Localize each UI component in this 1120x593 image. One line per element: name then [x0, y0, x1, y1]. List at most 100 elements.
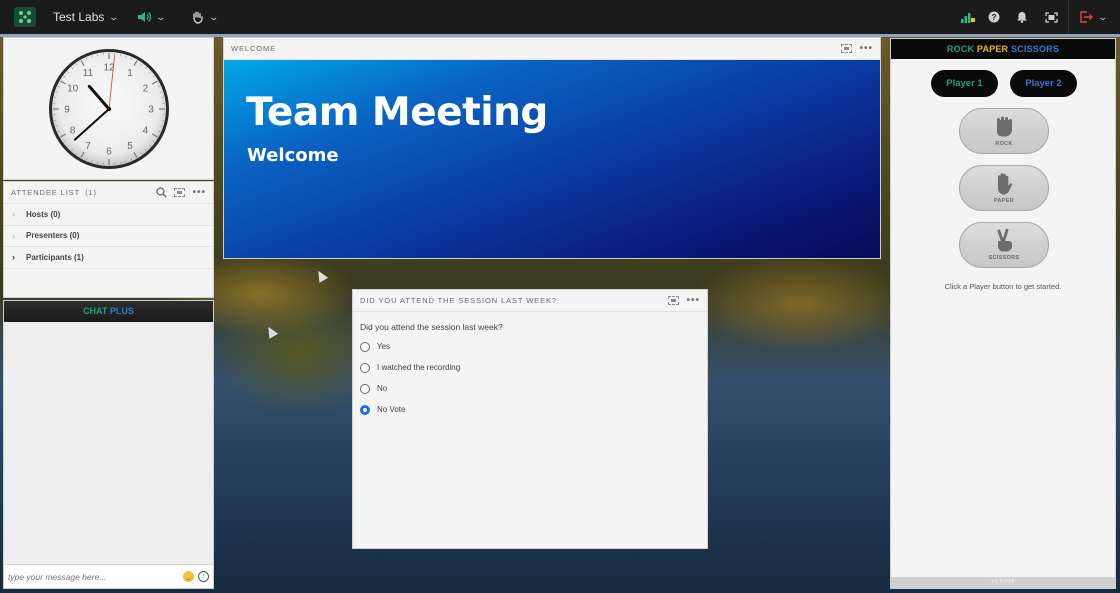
attendee-group-row[interactable]: › Presenters (0) — [4, 226, 213, 247]
rock-fist-icon — [997, 116, 1012, 137]
attendee-group-label: Hosts (0) — [26, 209, 61, 219]
radio-button[interactable] — [360, 362, 370, 373]
meeting-subtitle: Welcome — [247, 145, 339, 166]
poll-question: Did you attend the session last week? — [360, 322, 503, 332]
attendee-list-pod: ATTENDEE LIST (1) ••• › Hosts (0) › Present… — [3, 181, 214, 298]
chat-input-bar: ↑ — [4, 564, 213, 588]
rock-paper-scissors-pod: ROCK PAPER SCISSORS Player 1 Player 2 RO… — [890, 38, 1116, 589]
clock-number: 10 — [67, 84, 79, 95]
chevron-down-icon: ⌄ — [1097, 11, 1109, 22]
svg-text:?: ? — [992, 13, 997, 22]
fullscreen-icon[interactable] — [668, 296, 680, 305]
rps-title-paper: PAPER — [976, 44, 1009, 54]
chevron-right-icon[interactable]: › — [12, 231, 26, 241]
poll-option-label: No Vote — [377, 405, 406, 414]
poll-option-label: I watched the recording — [377, 363, 461, 372]
clock-number: 3 — [148, 105, 154, 116]
chat-title-part2: PLUS — [109, 306, 134, 316]
clock-number: 7 — [85, 141, 91, 152]
analog-clock: 121234567891011 — [49, 49, 169, 169]
attendee-count: (1) — [85, 188, 97, 197]
signal-strength-icon[interactable] — [960, 0, 976, 34]
chevron-down-icon: ⌄ — [208, 11, 220, 22]
poll-option[interactable]: Yes — [360, 340, 707, 353]
room-menu[interactable]: Test Labs ⌄ — [53, 0, 120, 34]
poll-option-label: Yes — [377, 342, 391, 351]
attendee-list-header: ATTENDEE LIST (1) ••• — [4, 182, 213, 204]
clock-number: 6 — [106, 147, 112, 158]
attendee-list-title: ATTENDEE LIST — [11, 188, 81, 197]
clock-number: 2 — [143, 84, 149, 95]
top-toolbar: Test Labs ⌄ ⌄ ⌄ ? ⌄ — [0, 0, 1120, 34]
clock-number: 4 — [143, 126, 149, 137]
rock-button[interactable]: ROCK — [959, 108, 1049, 154]
poll-pod: DID YOU ATTEND THE SESSION LAST WEEK? ••… — [352, 289, 708, 549]
welcome-pod: WELCOME ••• Team Meeting Welcome — [223, 37, 881, 259]
poll-header: DID YOU ATTEND THE SESSION LAST WEEK? ••… — [353, 290, 707, 312]
bell-icon[interactable] — [1016, 0, 1028, 34]
more-options-icon[interactable]: ••• — [686, 295, 700, 306]
raise-hand-icon — [193, 11, 203, 24]
rps-instructions: Click a Player button to get started. — [944, 282, 1062, 291]
clock-center — [106, 106, 112, 112]
attendee-group-label: Presenters (0) — [26, 231, 80, 241]
player-1-button[interactable]: Player 1 — [931, 70, 998, 97]
search-icon[interactable] — [156, 187, 168, 198]
radio-button[interactable] — [360, 404, 370, 415]
clock-number: 11 — [83, 68, 94, 79]
chevron-right-icon[interactable]: › — [12, 209, 26, 219]
scissors-hand-icon — [997, 229, 1012, 252]
scissors-button[interactable]: SCISSORS — [959, 222, 1049, 268]
app-logo-icon[interactable] — [14, 7, 36, 27]
radio-button[interactable] — [360, 383, 370, 394]
chevron-down-icon: ⌄ — [108, 11, 120, 22]
more-options-icon[interactable]: ••• — [859, 43, 873, 54]
fullscreen-icon[interactable] — [841, 44, 853, 53]
scissors-label: SCISSORS — [988, 255, 1020, 261]
chat-title-part1: CHAT — [83, 306, 108, 316]
chat-pod: CHAT PLUS ↑ — [3, 300, 214, 589]
toolbar-divider — [1068, 0, 1069, 34]
fullscreen-icon[interactable] — [1045, 0, 1058, 34]
attendee-group-row[interactable]: › Participants (1) — [4, 247, 213, 269]
rps-title-scissors: SCISSORS — [1010, 44, 1060, 54]
more-options-icon[interactable]: ••• — [192, 187, 206, 198]
paper-button[interactable]: PAPER — [959, 165, 1049, 211]
welcome-header: WELCOME ••• — [224, 38, 880, 60]
emoji-icon[interactable] — [183, 571, 194, 582]
rps-title-rock: ROCK — [946, 44, 975, 54]
exit-menu[interactable]: ⌄ — [1080, 0, 1109, 34]
attendee-group-label: Participants (1) — [26, 252, 84, 262]
clock-number: 9 — [64, 105, 70, 116]
rock-label: ROCK — [995, 141, 1013, 147]
welcome-slide: Team Meeting Welcome — [224, 60, 880, 258]
room-name: Test Labs — [53, 10, 105, 24]
clock-number: 8 — [70, 126, 76, 137]
audio-menu[interactable]: ⌄ — [137, 0, 166, 34]
player-2-button[interactable]: Player 2 — [1010, 70, 1077, 97]
clock-number: 1 — [127, 68, 133, 79]
help-icon[interactable]: ? — [988, 0, 1000, 34]
poll-option[interactable]: I watched the recording — [360, 361, 707, 374]
poll-option-label: No — [377, 384, 388, 393]
welcome-pod-title: WELCOME — [231, 44, 277, 53]
chat-title: CHAT PLUS — [4, 301, 213, 322]
clock-number: 5 — [127, 141, 133, 152]
clock-pod: 12 1 2 3 4 5 6 7 8 9 10 11 — [3, 37, 214, 180]
fullscreen-icon[interactable] — [174, 188, 186, 197]
attendee-group-row[interactable]: › Hosts (0) — [4, 204, 213, 226]
chevron-right-icon[interactable]: › — [12, 252, 26, 262]
rps-title: ROCK PAPER SCISSORS — [891, 39, 1115, 59]
chat-message-input[interactable] — [8, 571, 183, 582]
poll-option[interactable]: No Vote — [360, 403, 707, 416]
speaker-icon — [138, 12, 151, 22]
rps-version: v1.5.016 — [891, 577, 1115, 588]
raise-hand-menu[interactable]: ⌄ — [191, 0, 220, 34]
paper-label: PAPER — [993, 198, 1015, 204]
poll-title: DID YOU ATTEND THE SESSION LAST WEEK? — [360, 296, 557, 305]
radio-button[interactable] — [360, 341, 370, 352]
poll-option[interactable]: No — [360, 382, 707, 395]
send-icon[interactable]: ↑ — [198, 571, 209, 582]
paper-hand-icon — [998, 173, 1013, 195]
exit-icon — [1080, 11, 1093, 23]
